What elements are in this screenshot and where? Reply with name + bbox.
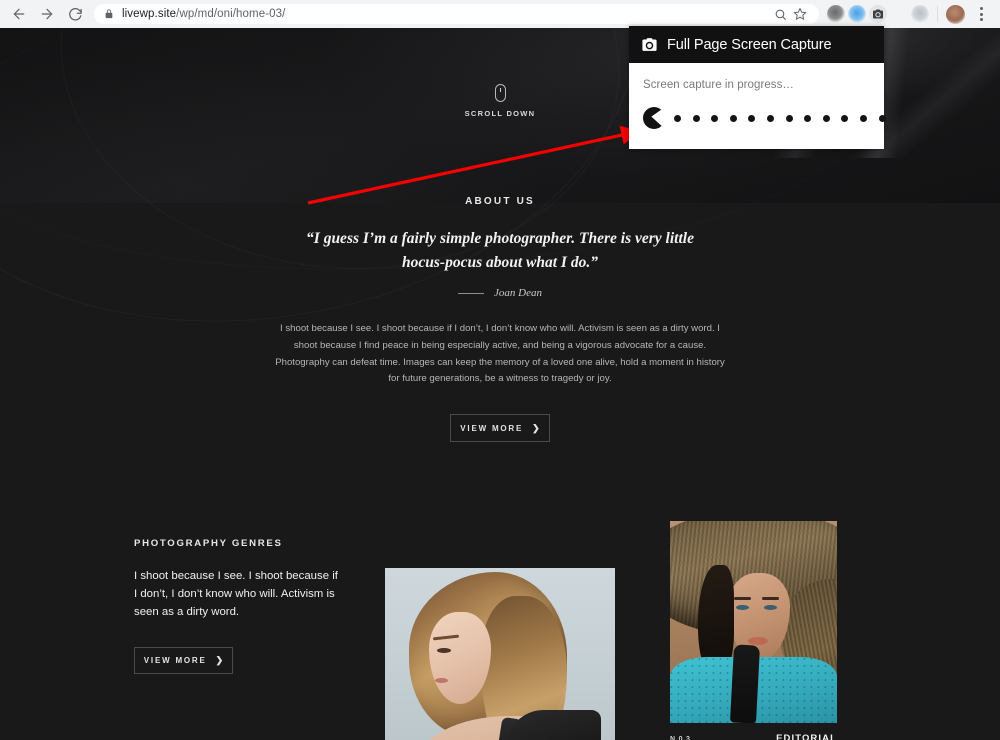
toolbar-divider	[937, 6, 938, 22]
about-body-text: I shoot because I see. I shoot because i…	[275, 323, 725, 385]
loader-dot	[674, 114, 681, 122]
about-attribution: Joan Dean	[0, 287, 1000, 299]
loader-dot	[859, 114, 867, 122]
bookmark-star-icon[interactable]	[791, 5, 809, 23]
mouse-scroll-icon	[494, 84, 506, 102]
reload-button[interactable]	[62, 1, 88, 27]
loader-dot	[711, 114, 719, 122]
loader-dot	[729, 114, 737, 122]
gallery-image-right[interactable]	[670, 521, 837, 723]
extension-icon-2[interactable]	[848, 5, 866, 23]
extension-icon-4[interactable]	[890, 5, 908, 23]
back-button[interactable]	[6, 1, 32, 27]
reload-icon	[68, 7, 83, 22]
search-icon[interactable]	[771, 5, 789, 23]
chevron-right-icon: ❯	[215, 655, 224, 665]
gallery-image-right-art	[670, 521, 837, 723]
about-quote: “I guess I’m a fairly simple photographe…	[0, 227, 1000, 275]
about-section: ABOUT US “I guess I’m a fairly simple ph…	[0, 196, 1000, 443]
photography-genres-section: PHOTOGRAPHY GENRES I shoot because I see…	[134, 538, 344, 674]
full-page-screen-capture-extension-icon[interactable]	[869, 5, 887, 23]
browser-window: livewp.site/wp/md/oni/home-03/ SCROLL DO…	[0, 0, 1000, 740]
gallery-caption-number: N 0.3	[670, 736, 691, 740]
pacman-loader-icon	[643, 107, 665, 129]
loader-dot	[804, 114, 812, 122]
navigation-buttons	[0, 1, 88, 27]
gallery-right-caption: N 0.3 EDITORIAL	[670, 733, 837, 740]
attribution-dash-icon	[458, 292, 485, 294]
chevron-right-icon: ❯	[532, 422, 540, 433]
capture-progress-loader	[643, 107, 886, 129]
about-view-more-button[interactable]: VIEW MORE ❯	[450, 414, 550, 443]
popup-status-text: Screen capture in progress…	[643, 79, 794, 91]
extension-icon-1[interactable]	[827, 5, 845, 23]
genres-text: I shoot because I see. I shoot because i…	[134, 570, 338, 618]
popup-header: Full Page Screen Capture	[629, 26, 884, 63]
loader-dots	[674, 114, 886, 122]
loader-dot	[841, 114, 849, 122]
url-path: /wp/md/oni/home-03/	[176, 8, 286, 20]
loader-dot	[692, 114, 700, 122]
camera-icon	[641, 36, 658, 53]
popup-title: Full Page Screen Capture	[667, 36, 832, 53]
attribution-name: Joan Dean	[494, 287, 542, 299]
loader-dot	[822, 114, 830, 122]
url-text: livewp.site/wp/md/oni/home-03/	[122, 4, 285, 24]
full-page-screen-capture-popup: Full Page Screen Capture Screen capture …	[629, 26, 886, 149]
genres-view-more-button[interactable]: VIEW MORE ❯	[134, 647, 233, 674]
loader-dot	[748, 114, 756, 122]
genres-view-more-label: VIEW MORE	[143, 656, 207, 665]
browser-toolbar: livewp.site/wp/md/oni/home-03/	[0, 0, 1000, 28]
omnibox-actions	[771, 5, 809, 23]
genres-kicker: PHOTOGRAPHY GENRES	[134, 538, 283, 549]
extension-icons	[827, 4, 1000, 24]
loader-dot	[878, 114, 886, 122]
scroll-down-label: SCROLL DOWN	[464, 109, 536, 118]
loader-dot	[785, 114, 793, 122]
chrome-menu-icon[interactable]	[972, 7, 990, 21]
about-view-more-label: VIEW MORE	[460, 423, 524, 433]
gallery-caption-tag: EDITORIAL	[776, 733, 837, 740]
about-quote-line-2: hocus-pocus about what I do.”	[402, 254, 598, 271]
url-domain: livewp.site	[122, 8, 177, 20]
profile-avatar[interactable]	[946, 4, 965, 24]
back-arrow-icon	[11, 6, 27, 22]
about-quote-line-1: “I guess I’m a fairly simple photographe…	[306, 230, 694, 247]
gallery-image-center-art	[385, 568, 615, 740]
lock-icon	[104, 8, 114, 20]
forward-arrow-icon	[39, 6, 55, 22]
forward-button[interactable]	[34, 1, 60, 27]
extension-icon-5[interactable]	[911, 5, 929, 23]
about-kicker: ABOUT US	[465, 196, 535, 207]
gallery-image-center[interactable]	[385, 568, 615, 740]
loader-dot	[766, 114, 774, 122]
popup-body: Screen capture in progress…	[629, 63, 886, 129]
address-bar[interactable]: livewp.site/wp/md/oni/home-03/	[94, 4, 819, 24]
